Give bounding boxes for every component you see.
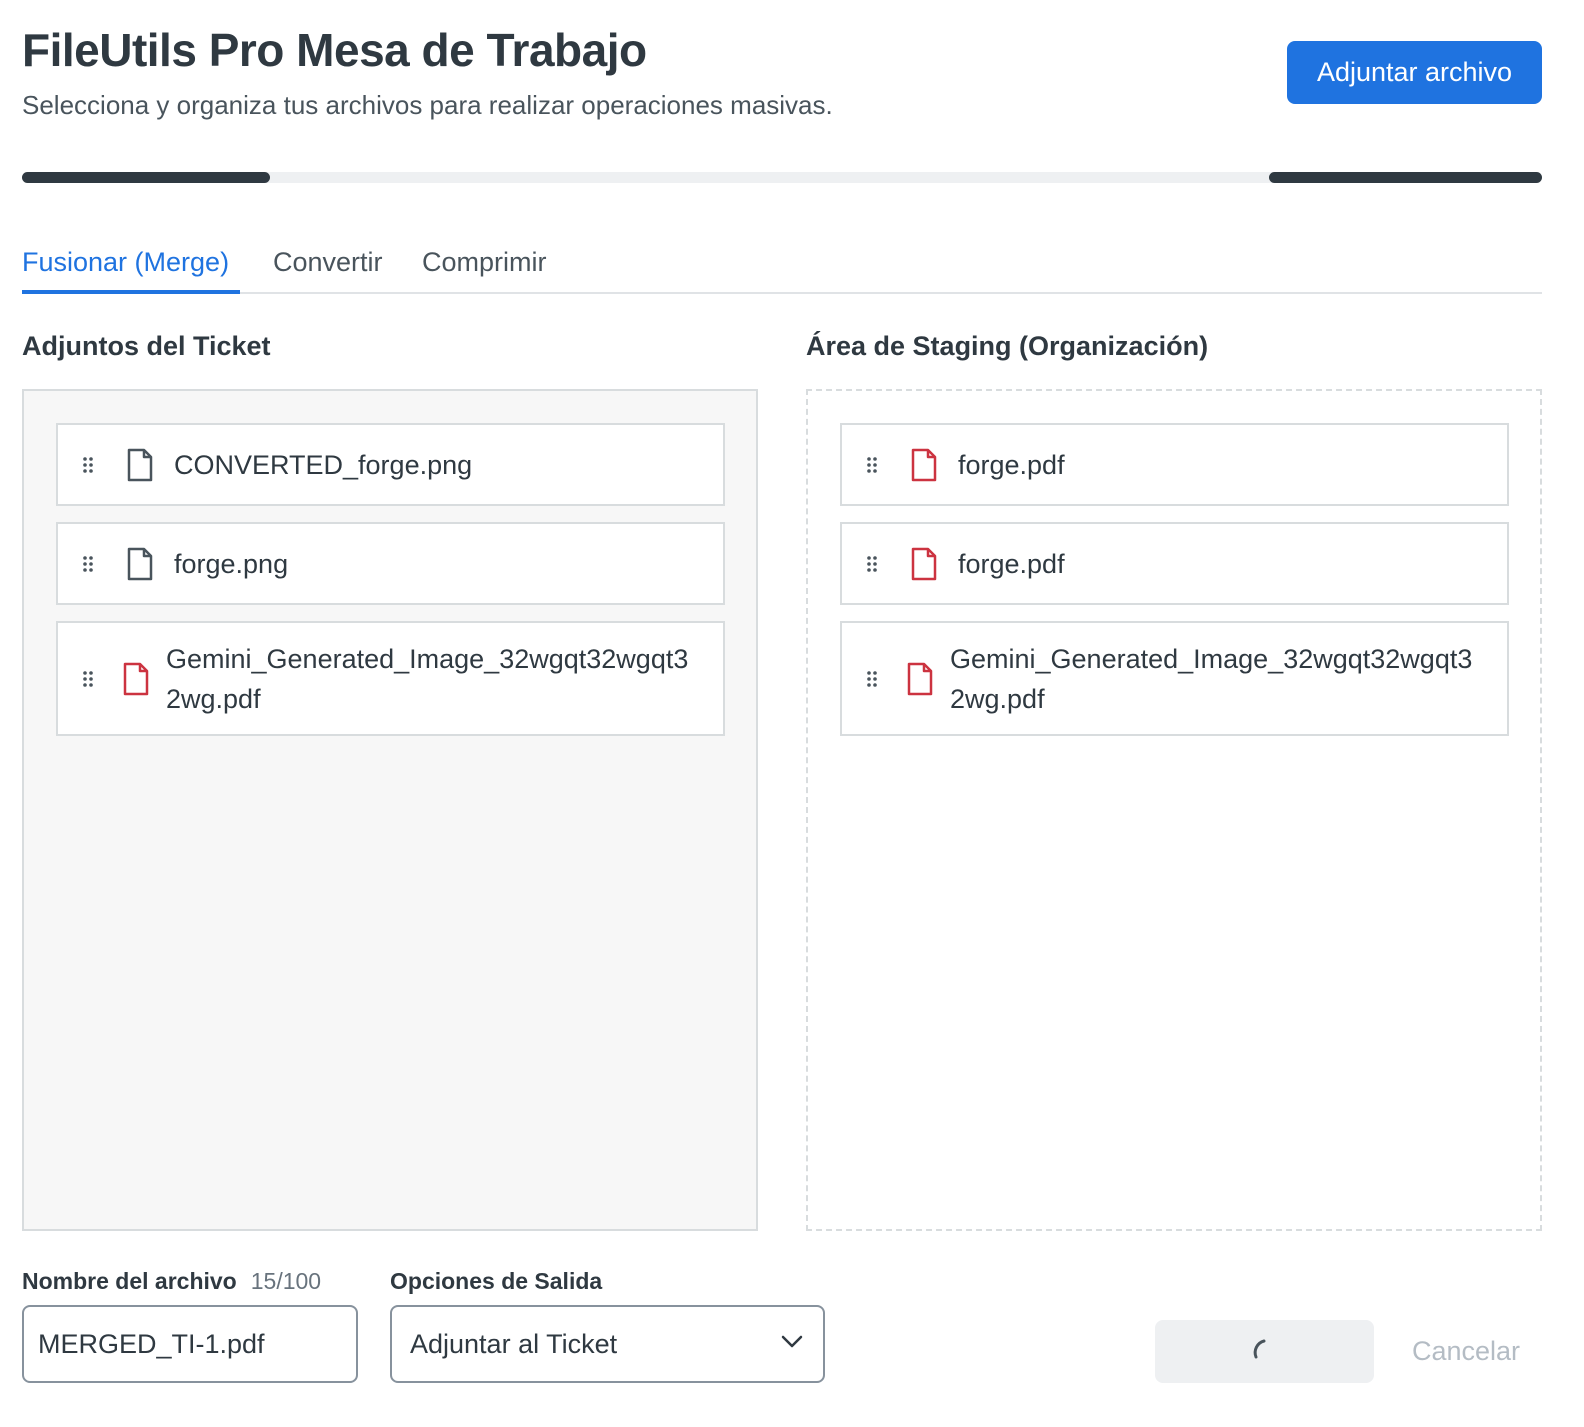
spinner-icon [1250, 1335, 1280, 1368]
staging-area-title: Área de Staging (Organización) [806, 331, 1209, 361]
tab-convert[interactable]: Convertir [273, 236, 383, 294]
page-subtitle: Selecciona y organiza tus archivos para … [22, 90, 833, 120]
filename-input[interactable] [22, 1305, 358, 1383]
drag-handle-icon[interactable] [842, 555, 902, 573]
output-options-select[interactable]: Adjuntar al Ticket [390, 1305, 825, 1383]
chevron-down-icon [781, 1335, 803, 1354]
attachment-item[interactable]: forge.png [56, 522, 725, 605]
staging-area-panel[interactable]: forge.pdf forge.pdf Gemini_Generated_Ima… [806, 389, 1542, 1231]
file-icon [118, 546, 162, 582]
staged-item[interactable]: Gemini_Generated_Image_32wgqt32wgqt32wg.… [840, 621, 1509, 736]
pdf-file-icon [902, 447, 946, 483]
tab-compress[interactable]: Comprimir [422, 236, 547, 294]
output-options-value: Adjuntar al Ticket [410, 1328, 618, 1359]
attachment-item[interactable]: Gemini_Generated_Image_32wgqt32wgqt32wg.… [56, 621, 725, 736]
page-title: FileUtils Pro Mesa de Trabajo [22, 24, 647, 76]
file-icon [118, 447, 162, 483]
file-name: forge.png [174, 548, 289, 579]
staged-item[interactable]: forge.pdf [840, 522, 1509, 605]
attachment-item[interactable]: CONVERTED_forge.png [56, 423, 725, 506]
tab-list: Fusionar (Merge) Convertir Comprimir [22, 236, 1542, 294]
filename-label-text: Nombre del archivo [22, 1268, 237, 1294]
file-name: CONVERTED_forge.png [174, 449, 473, 480]
file-name: Gemini_Generated_Image_32wgqt32wgqt32wg.… [166, 643, 689, 714]
file-name: Gemini_Generated_Image_32wgqt32wgqt32wg.… [950, 643, 1473, 714]
output-options-label: Opciones de Salida [390, 1268, 603, 1294]
pdf-file-icon [118, 661, 154, 697]
filename-char-counter: 15/100 [250, 1268, 322, 1294]
ticket-attachments-panel: CONVERTED_forge.png forge.png Gemini_Gen… [22, 389, 758, 1231]
drag-handle-icon[interactable] [842, 456, 902, 474]
file-name: forge.pdf [958, 548, 1065, 579]
drag-handle-icon[interactable] [58, 670, 118, 688]
progress-segment-end [1269, 172, 1542, 183]
filename-label: Nombre del archivo 15/100 [22, 1265, 321, 1297]
attach-file-button[interactable]: Adjuntar archivo [1287, 41, 1542, 104]
cancel-button[interactable]: Cancelar [1390, 1320, 1542, 1383]
progress-track [22, 172, 1542, 183]
staged-item[interactable]: forge.pdf [840, 423, 1509, 506]
file-name: forge.pdf [958, 449, 1065, 480]
pdf-file-icon [902, 546, 946, 582]
progress-segment-start [22, 172, 270, 183]
drag-handle-icon[interactable] [842, 670, 902, 688]
drag-handle-icon[interactable] [58, 456, 118, 474]
drag-handle-icon[interactable] [58, 555, 118, 573]
ticket-attachments-title: Adjuntos del Ticket [22, 331, 271, 361]
tab-merge[interactable]: Fusionar (Merge) [22, 236, 240, 294]
submit-loading-button[interactable] [1155, 1320, 1374, 1383]
pdf-file-icon [902, 661, 938, 697]
